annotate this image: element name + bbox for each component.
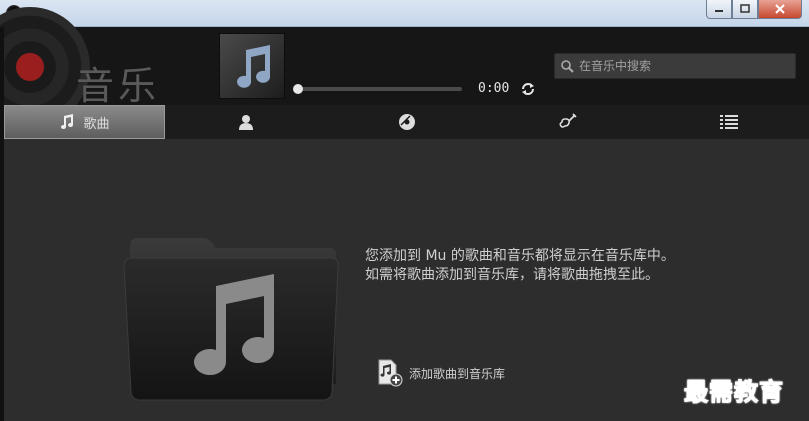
window-controls bbox=[706, 0, 802, 20]
message-line-1: 您添加到 Mu 的歌曲和音乐都将显示在音乐库中。 bbox=[365, 248, 675, 264]
disc-icon bbox=[398, 114, 415, 130]
tab-songs-label: 歌曲 bbox=[83, 116, 110, 132]
tab-genres[interactable] bbox=[487, 105, 648, 139]
minimize-icon bbox=[715, 10, 723, 12]
add-songs-to-library-button[interactable]: 添加歌曲到音乐库 bbox=[377, 359, 505, 387]
minimize-button[interactable] bbox=[706, 0, 732, 19]
maximize-button[interactable] bbox=[732, 0, 758, 19]
watermark-text: 最需教育 bbox=[684, 377, 784, 407]
album-art bbox=[219, 33, 285, 99]
time-display: 0:00 bbox=[478, 81, 510, 96]
tab-playlists[interactable] bbox=[648, 105, 809, 139]
add-songs-label: 添加歌曲到音乐库 bbox=[409, 366, 506, 381]
tab-artists[interactable] bbox=[165, 105, 326, 139]
empty-library-message: 您添加到 Mu 的歌曲和音乐都将显示在音乐库中。 如需将歌曲添加到音乐库，请将歌… bbox=[365, 247, 705, 285]
tab-albums[interactable] bbox=[326, 105, 487, 139]
maximize-icon bbox=[740, 4, 750, 13]
close-button[interactable] bbox=[758, 0, 802, 19]
repeat-icon[interactable] bbox=[520, 81, 536, 97]
search-icon bbox=[561, 60, 574, 73]
progress-knob[interactable] bbox=[293, 84, 303, 94]
header-title: 音乐 bbox=[76, 64, 161, 108]
window-titlebar: μ bbox=[0, 0, 809, 27]
search-box[interactable] bbox=[554, 53, 796, 79]
tab-songs[interactable]: 歌曲 bbox=[4, 105, 165, 139]
music-folder-icon bbox=[123, 238, 339, 401]
tab-bar: 歌曲 bbox=[4, 105, 809, 139]
music-note-icon bbox=[61, 114, 74, 129]
close-icon bbox=[775, 4, 785, 14]
search-input[interactable] bbox=[579, 57, 791, 75]
add-file-icon bbox=[378, 359, 403, 387]
list-icon bbox=[719, 115, 738, 129]
playback-progress-bar[interactable] bbox=[293, 84, 462, 94]
guitar-icon bbox=[558, 113, 577, 128]
person-icon bbox=[238, 115, 253, 130]
player-header: 音乐 0:00 bbox=[0, 7, 809, 127]
music-note-icon bbox=[237, 45, 271, 88]
message-line-2: 如需将歌曲添加到音乐库，请将歌曲拖拽至此。 bbox=[365, 267, 659, 283]
